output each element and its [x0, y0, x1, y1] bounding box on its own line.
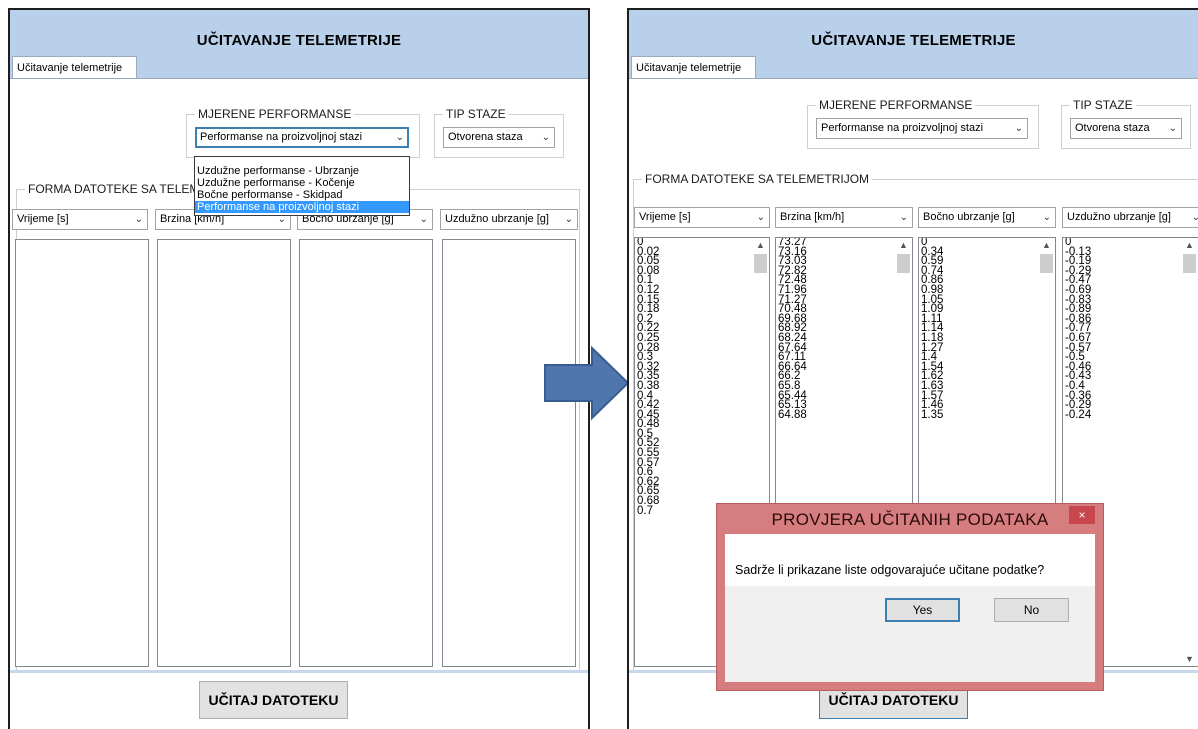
scroll-up-icon[interactable]: ▲ [899, 240, 908, 250]
chevron-down-icon: ⌄ [1168, 123, 1177, 134]
confirm-dialog: PROVJERA UČITANIH PODATAKA × Sadrže li p… [716, 503, 1104, 691]
list-items: 0 0.34 0.59 0.74 0.86 0.98 1.05 1.09 1.11 1.14 1.1… [921, 238, 943, 420]
tab-ucitavanje[interactable]: Učitavanje telemetrije [12, 56, 138, 79]
dialog-body: Sadrže li prikazane liste odgovarajuće u… [725, 534, 1095, 586]
list-item[interactable]: -0.24 [1065, 409, 1091, 421]
chevron-down-icon: ⌄ [541, 132, 550, 143]
close-icon[interactable]: × [1069, 506, 1095, 524]
chevron-down-icon: ⌄ [564, 214, 573, 225]
list-lateral[interactable] [299, 239, 433, 667]
scroll-up-icon[interactable]: ▲ [1185, 240, 1194, 250]
chevron-down-icon: ⌄ [756, 212, 765, 223]
scroll-thumb[interactable] [1183, 254, 1196, 273]
ucitaj-datoteku-button[interactable]: UČITAJ DATOTEKU [199, 681, 348, 719]
mjerene-combo-value: Performanse na proizvoljnoj stazi [200, 131, 363, 143]
column-combo-time[interactable]: Vrijeme [s] ⌄ [12, 209, 148, 230]
list-items: 73.27 73.16 73.03 72.82 72.48 71.96 71.27 70.48… [778, 238, 807, 420]
scroll-up-icon[interactable]: ▲ [756, 240, 765, 250]
left-window: UČITAVANJE TELEMETRIJE Učitavanje teleme… [8, 8, 590, 729]
mjerene-label: MJERENE PERFORMANSE [816, 98, 976, 112]
tip-staze-value: Otvorena staza [448, 131, 523, 143]
chevron-down-icon: ⌄ [1014, 123, 1023, 134]
scroll-thumb[interactable] [754, 254, 767, 273]
forma-label: FORMA DATOTEKE SA TELEMETRIJOM [642, 172, 873, 186]
no-button[interactable]: No [994, 598, 1069, 622]
dropdown-option[interactable]: Bočne performanse - Skidpad [195, 189, 409, 201]
mjerene-combo-value: Performanse na proizvoljnoj stazi [821, 122, 984, 134]
tip-staze-value: Otvorena staza [1075, 122, 1150, 134]
column-combo-longitudinal[interactable]: Uzdužno ubrzanje [g] ⌄ [1062, 207, 1198, 228]
column-combo-longitudinal[interactable]: Uzdužno ubrzanje [g] ⌄ [440, 209, 578, 230]
chevron-down-icon: ⌄ [1192, 208, 1198, 227]
list-item[interactable]: 64.88 [778, 409, 807, 421]
column-label: Uzdužno ubrzanje [g] [1067, 211, 1171, 223]
chevron-down-icon: ⌄ [395, 132, 404, 143]
chevron-down-icon: ⌄ [419, 214, 428, 225]
scroll-up-icon[interactable]: ▲ [1042, 240, 1051, 250]
tip-staze-combo[interactable]: Otvorena staza ⌄ [1070, 118, 1182, 139]
scrollbar[interactable]: ▲ ▼ [1181, 238, 1198, 666]
column-label: Brzina [km/h] [780, 211, 845, 223]
scroll-down-icon[interactable]: ▼ [1185, 654, 1194, 664]
list-longitudinal[interactable] [442, 239, 576, 667]
dialog-title: PROVJERA UČITANIH PODATAKA [771, 510, 1049, 529]
window-title: UČITAVANJE TELEMETRIJE [196, 32, 402, 49]
mjerene-groupbox: MJERENE PERFORMANSE Performanse na proiz… [807, 98, 1039, 149]
mjerene-groupbox: MJERENE PERFORMANSE Performanse na proiz… [186, 107, 420, 158]
mjerene-combo[interactable]: Performanse na proizvoljnoj stazi ⌄ [816, 118, 1028, 139]
mjerene-dropdown[interactable]: Uzdužne performanse - Ubrzanje Uzdužne p… [194, 156, 410, 216]
right-arrow-icon [544, 345, 630, 421]
chevron-down-icon: ⌄ [134, 214, 143, 225]
mjerene-label: MJERENE PERFORMANSE [195, 107, 355, 121]
list-items: 0 -0.13 -0.19 -0.29 -0.47 -0.69 -0.83 -0.89 -0.8… [1065, 238, 1091, 420]
window-title: UČITAVANJE TELEMETRIJE [811, 32, 1016, 49]
tip-staze-label: TIP STAZE [443, 107, 509, 121]
list-speed[interactable] [157, 239, 291, 667]
list-item[interactable]: 1.35 [921, 409, 943, 421]
mjerene-combo[interactable]: Performanse na proizvoljnoj stazi ⌄ [195, 127, 409, 148]
list-time[interactable] [15, 239, 149, 667]
column-combo-speed[interactable]: Brzina [km/h] ⌄ [775, 207, 913, 228]
window-header: UČITAVANJE TELEMETRIJE Učitavanje teleme… [629, 10, 1198, 79]
chevron-down-icon: ⌄ [1042, 212, 1051, 223]
chevron-down-icon: ⌄ [899, 212, 908, 223]
dropdown-option-selected[interactable]: Performanse na proizvoljnoj stazi [195, 201, 409, 213]
column-combo-time[interactable]: Vrijeme [s] ⌄ [634, 207, 770, 228]
scroll-thumb[interactable] [897, 254, 910, 273]
dropdown-option[interactable]: Uzdužne performanse - Kočenje [195, 177, 409, 189]
tip-staze-combo[interactable]: Otvorena staza ⌄ [443, 127, 555, 148]
yes-button[interactable]: Yes [885, 598, 960, 622]
column-label: Uzdužno ubrzanje [g] [445, 213, 549, 225]
list-items: 0 0.02 0.05 0.08 0.1 0.12 0.15 0.18 0.2 0.22 0.25 0… [637, 238, 659, 516]
tip-staze-groupbox: TIP STAZE Otvorena staza ⌄ [434, 107, 564, 158]
scroll-thumb[interactable] [1040, 254, 1053, 273]
column-label: Vrijeme [s] [639, 211, 691, 223]
window-header: UČITAVANJE TELEMETRIJE Učitavanje teleme… [10, 10, 588, 79]
column-label: Bočno ubrzanje [g] [923, 211, 1015, 223]
tip-staze-label: TIP STAZE [1070, 98, 1136, 112]
dialog-footer: Yes No [725, 586, 1095, 682]
dropdown-option[interactable]: Uzdužne performanse - Ubrzanje [195, 165, 409, 177]
dialog-message: Sadrže li prikazane liste odgovarajuće u… [735, 563, 1045, 577]
list-item[interactable]: 0.7 [637, 505, 659, 517]
tab-content: MJERENE PERFORMANSE Performanse na proiz… [10, 78, 588, 677]
tip-staze-groupbox: TIP STAZE Otvorena staza ⌄ [1061, 98, 1191, 149]
column-label: Vrijeme [s] [17, 213, 69, 225]
tab-ucitavanje[interactable]: Učitavanje telemetrije [631, 56, 757, 79]
bottom-bar: UČITAJ DATOTEKU [10, 670, 588, 729]
column-combo-lateral[interactable]: Bočno ubrzanje [g] ⌄ [918, 207, 1056, 228]
